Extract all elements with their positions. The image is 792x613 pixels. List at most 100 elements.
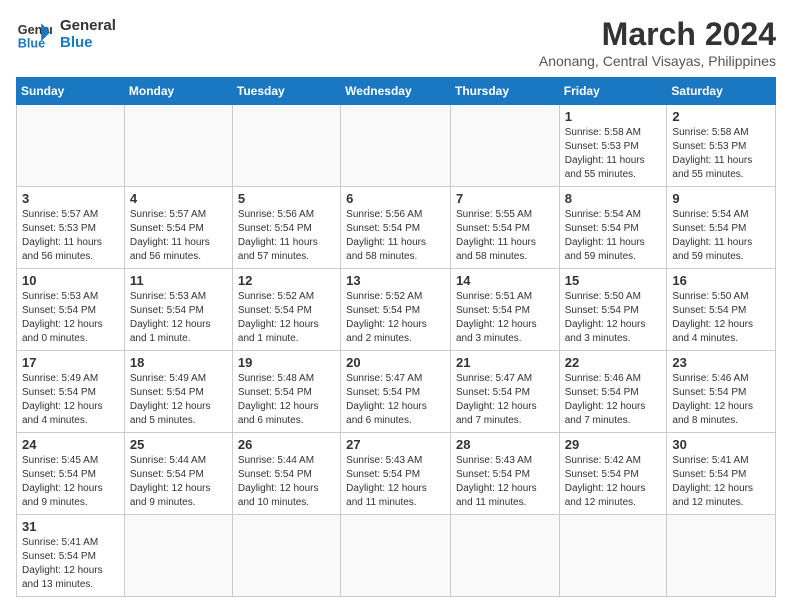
calendar-cell: 14 Sunrise: 5:51 AM Sunset: 5:54 PM Dayli… bbox=[450, 269, 559, 351]
calendar-cell: 2 Sunrise: 5:58 AM Sunset: 5:53 PM Daylig… bbox=[667, 105, 776, 187]
day-number: 11 bbox=[130, 273, 227, 288]
day-number: 10 bbox=[22, 273, 119, 288]
day-info: Sunrise: 5:44 AM Sunset: 5:54 PM Dayligh… bbox=[238, 454, 335, 510]
calendar-cell: 12 Sunrise: 5:52 AM Sunset: 5:54 PM Dayli… bbox=[232, 269, 340, 351]
calendar-cell: 25Sunrise: 5:44 AM Sunset: 5:54 PM Dayli… bbox=[124, 433, 232, 515]
day-number: 13 bbox=[346, 273, 445, 288]
day-info: Sunrise: 5:41 AM Sunset: 5:54 PM Dayligh… bbox=[22, 536, 119, 592]
day-info: Sunrise: 5:49 AM Sunset: 5:54 PM Dayligh… bbox=[130, 372, 227, 428]
weekday-header-thursday: Thursday bbox=[450, 78, 559, 105]
calendar-cell: 28Sunrise: 5:43 AM Sunset: 5:54 PM Dayli… bbox=[450, 433, 559, 515]
title-section: March 2024 Anonang, Central Visayas, Phi… bbox=[539, 16, 776, 69]
weekday-header-saturday: Saturday bbox=[667, 78, 776, 105]
calendar-cell: 31Sunrise: 5:41 AM Sunset: 5:54 PM Dayli… bbox=[17, 515, 125, 597]
day-info: Sunrise: 5:50 AM Sunset: 5:54 PM Dayligh… bbox=[672, 290, 770, 346]
calendar-cell: 1Sunrise: 5:58 AM Sunset: 5:53 PM Daylig… bbox=[559, 105, 667, 187]
weekday-header-friday: Friday bbox=[559, 78, 667, 105]
day-number: 30 bbox=[672, 437, 770, 452]
day-number: 9 bbox=[672, 191, 770, 206]
calendar-cell: 5Sunrise: 5:56 AM Sunset: 5:54 PM Daylig… bbox=[232, 187, 340, 269]
day-info: Sunrise: 5:44 AM Sunset: 5:54 PM Dayligh… bbox=[130, 454, 227, 510]
day-number: 3 bbox=[22, 191, 119, 206]
day-number: 2 bbox=[672, 109, 770, 124]
calendar-week-row: 24Sunrise: 5:45 AM Sunset: 5:54 PM Dayli… bbox=[17, 433, 776, 515]
logo-general-text: General bbox=[60, 17, 116, 34]
day-info: Sunrise: 5:47 AM Sunset: 5:54 PM Dayligh… bbox=[456, 372, 554, 428]
day-number: 19 bbox=[238, 355, 335, 370]
calendar-cell: 9 Sunrise: 5:54 AM Sunset: 5:54 PM Daylig… bbox=[667, 187, 776, 269]
day-info: Sunrise: 5:58 AM Sunset: 5:53 PM Dayligh… bbox=[672, 126, 770, 182]
day-number: 15 bbox=[565, 273, 662, 288]
calendar-cell: 3Sunrise: 5:57 AM Sunset: 5:53 PM Daylig… bbox=[17, 187, 125, 269]
day-info: Sunrise: 5:57 AM Sunset: 5:54 PM Dayligh… bbox=[130, 208, 227, 264]
calendar-cell bbox=[17, 105, 125, 187]
day-info: Sunrise: 5:55 AM Sunset: 5:54 PM Dayligh… bbox=[456, 208, 554, 264]
day-info: Sunrise: 5:56 AM Sunset: 5:54 PM Dayligh… bbox=[346, 208, 445, 264]
logo-icon: General Blue bbox=[16, 16, 52, 52]
calendar-week-row: 17 Sunrise: 5:49 AM Sunset: 5:54 PM Dayli… bbox=[17, 351, 776, 433]
calendar-cell: 4 Sunrise: 5:57 AM Sunset: 5:54 PM Daylig… bbox=[124, 187, 232, 269]
location-subtitle: Anonang, Central Visayas, Philippines bbox=[539, 53, 776, 69]
calendar-cell: 26 Sunrise: 5:44 AM Sunset: 5:54 PM Dayli… bbox=[232, 433, 340, 515]
day-info: Sunrise: 5:53 AM Sunset: 5:54 PM Dayligh… bbox=[22, 290, 119, 346]
calendar-week-row: 1Sunrise: 5:58 AM Sunset: 5:53 PM Daylig… bbox=[17, 105, 776, 187]
day-info: Sunrise: 5:43 AM Sunset: 5:54 PM Dayligh… bbox=[456, 454, 554, 510]
day-number: 24 bbox=[22, 437, 119, 452]
calendar-cell: 22Sunrise: 5:46 AM Sunset: 5:54 PM Dayli… bbox=[559, 351, 667, 433]
day-number: 12 bbox=[238, 273, 335, 288]
day-info: Sunrise: 5:47 AM Sunset: 5:54 PM Dayligh… bbox=[346, 372, 445, 428]
month-year-title: March 2024 bbox=[539, 16, 776, 53]
day-number: 18 bbox=[130, 355, 227, 370]
day-info: Sunrise: 5:41 AM Sunset: 5:54 PM Dayligh… bbox=[672, 454, 770, 510]
day-number: 4 bbox=[130, 191, 227, 206]
day-number: 27 bbox=[346, 437, 445, 452]
calendar-cell: 30 Sunrise: 5:41 AM Sunset: 5:54 PM Dayli… bbox=[667, 433, 776, 515]
day-number: 23 bbox=[672, 355, 770, 370]
day-info: Sunrise: 5:42 AM Sunset: 5:54 PM Dayligh… bbox=[565, 454, 662, 510]
day-info: Sunrise: 5:50 AM Sunset: 5:54 PM Dayligh… bbox=[565, 290, 662, 346]
calendar-cell bbox=[450, 515, 559, 597]
day-number: 17 bbox=[22, 355, 119, 370]
day-info: Sunrise: 5:54 AM Sunset: 5:54 PM Dayligh… bbox=[565, 208, 662, 264]
calendar-cell: 13 Sunrise: 5:52 AM Sunset: 5:54 PM Dayli… bbox=[341, 269, 451, 351]
calendar-cell: 21Sunrise: 5:47 AM Sunset: 5:54 PM Dayli… bbox=[450, 351, 559, 433]
calendar-cell bbox=[124, 515, 232, 597]
calendar-cell: 17 Sunrise: 5:49 AM Sunset: 5:54 PM Dayli… bbox=[17, 351, 125, 433]
calendar-cell: 8Sunrise: 5:54 AM Sunset: 5:54 PM Daylig… bbox=[559, 187, 667, 269]
day-info: Sunrise: 5:52 AM Sunset: 5:54 PM Dayligh… bbox=[346, 290, 445, 346]
weekday-header-wednesday: Wednesday bbox=[341, 78, 451, 105]
calendar-cell bbox=[341, 105, 451, 187]
calendar-cell: 11Sunrise: 5:53 AM Sunset: 5:54 PM Dayli… bbox=[124, 269, 232, 351]
day-number: 26 bbox=[238, 437, 335, 452]
calendar-cell bbox=[559, 515, 667, 597]
day-info: Sunrise: 5:46 AM Sunset: 5:54 PM Dayligh… bbox=[672, 372, 770, 428]
day-number: 5 bbox=[238, 191, 335, 206]
day-number: 7 bbox=[456, 191, 554, 206]
weekday-header-sunday: Sunday bbox=[17, 78, 125, 105]
calendar-header-row: SundayMondayTuesdayWednesdayThursdayFrid… bbox=[17, 78, 776, 105]
calendar-cell: 27Sunrise: 5:43 AM Sunset: 5:54 PM Dayli… bbox=[341, 433, 451, 515]
page-header: General Blue General Blue March 2024 Ano… bbox=[16, 16, 776, 69]
calendar-cell bbox=[450, 105, 559, 187]
calendar-table: SundayMondayTuesdayWednesdayThursdayFrid… bbox=[16, 77, 776, 597]
calendar-cell bbox=[124, 105, 232, 187]
calendar-cell: 16Sunrise: 5:50 AM Sunset: 5:54 PM Dayli… bbox=[667, 269, 776, 351]
day-info: Sunrise: 5:54 AM Sunset: 5:54 PM Dayligh… bbox=[672, 208, 770, 264]
weekday-header-monday: Monday bbox=[124, 78, 232, 105]
day-info: Sunrise: 5:52 AM Sunset: 5:54 PM Dayligh… bbox=[238, 290, 335, 346]
calendar-week-row: 3Sunrise: 5:57 AM Sunset: 5:53 PM Daylig… bbox=[17, 187, 776, 269]
day-info: Sunrise: 5:48 AM Sunset: 5:54 PM Dayligh… bbox=[238, 372, 335, 428]
day-info: Sunrise: 5:51 AM Sunset: 5:54 PM Dayligh… bbox=[456, 290, 554, 346]
calendar-cell: 24Sunrise: 5:45 AM Sunset: 5:54 PM Dayli… bbox=[17, 433, 125, 515]
day-info: Sunrise: 5:49 AM Sunset: 5:54 PM Dayligh… bbox=[22, 372, 119, 428]
day-info: Sunrise: 5:46 AM Sunset: 5:54 PM Dayligh… bbox=[565, 372, 662, 428]
day-number: 29 bbox=[565, 437, 662, 452]
calendar-cell: 15 Sunrise: 5:50 AM Sunset: 5:54 PM Dayli… bbox=[559, 269, 667, 351]
calendar-cell: 7 Sunrise: 5:55 AM Sunset: 5:54 PM Daylig… bbox=[450, 187, 559, 269]
calendar-cell: 23 Sunrise: 5:46 AM Sunset: 5:54 PM Dayli… bbox=[667, 351, 776, 433]
calendar-cell bbox=[341, 515, 451, 597]
day-number: 14 bbox=[456, 273, 554, 288]
day-number: 6 bbox=[346, 191, 445, 206]
calendar-cell: 6 Sunrise: 5:56 AM Sunset: 5:54 PM Daylig… bbox=[341, 187, 451, 269]
calendar-cell: 19 Sunrise: 5:48 AM Sunset: 5:54 PM Dayli… bbox=[232, 351, 340, 433]
